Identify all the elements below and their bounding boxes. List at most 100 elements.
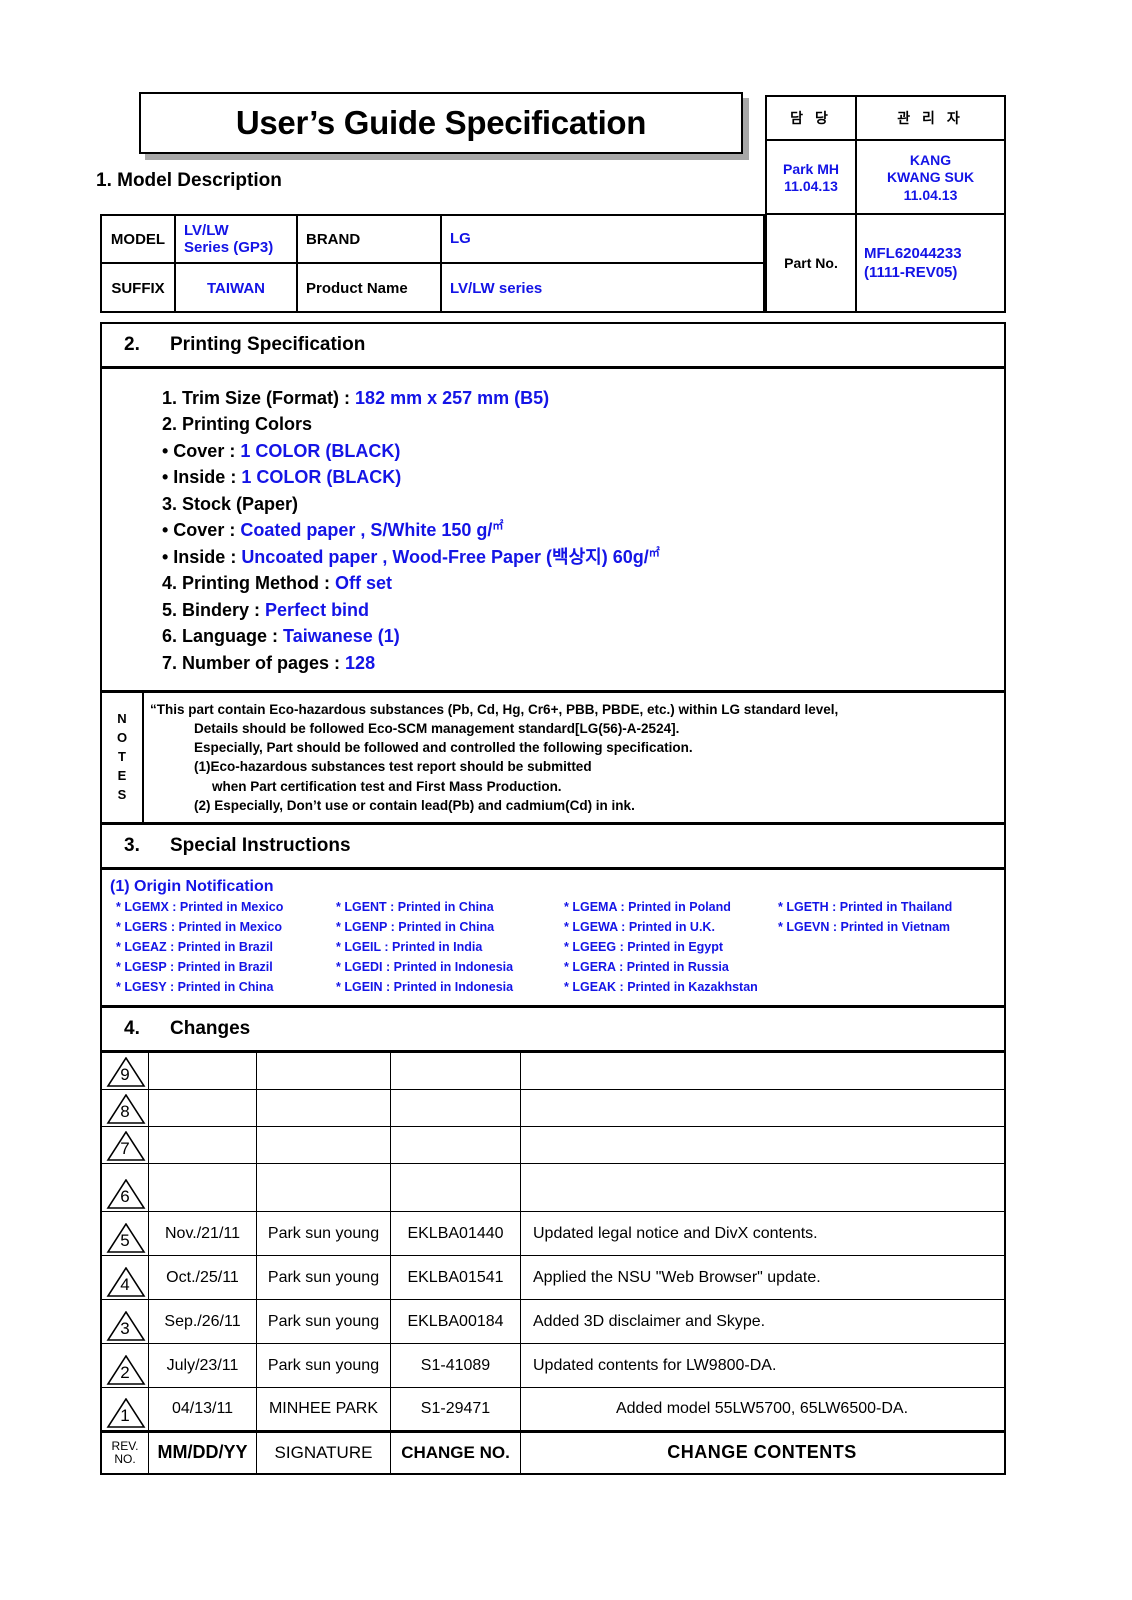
spec-item: • Cover : 1 COLOR (BLACK): [162, 438, 1004, 464]
page-title: User’s Guide Specification: [235, 104, 647, 141]
date-cell: [148, 1163, 257, 1212]
origin-cell: * LGEWA : Printed in U.K.: [564, 920, 715, 935]
revision-triangle-icon: 1: [102, 1388, 148, 1430]
date-cell: Oct./25/11: [148, 1255, 257, 1300]
notes-label-letter: E: [117, 767, 127, 783]
spec-item: 5. Bindery : Perfect bind: [162, 597, 1004, 623]
origin-cell: * LGEIN : Printed in Indonesia: [336, 979, 514, 994]
model-description-table: MODEL LV/LW Series (GP3) BRAND LG SUFFIX…: [100, 214, 765, 313]
contents-cell: [520, 1052, 1006, 1090]
origin-cell: * LGEMX : Printed in Mexico: [116, 900, 284, 915]
contents-cell: Added 3D disclaimer and Skype.: [520, 1299, 1006, 1344]
origin-cell: * LGERS : Printed in Mexico: [116, 920, 282, 935]
spec-item-label: • Cover :: [162, 520, 241, 541]
revision-triangle-icon: 7: [102, 1127, 148, 1163]
notes-label-letter: T: [118, 749, 126, 765]
revision-triangle-icon: 9: [102, 1053, 148, 1089]
notes-label: NOTES: [102, 692, 144, 822]
revision-marker: 5: [100, 1211, 149, 1256]
change_no-cell: EKLBA01541: [390, 1255, 521, 1300]
section2-title: Printing Specification: [170, 334, 366, 355]
spec-item-value: Perfect bind: [265, 599, 370, 620]
table-row: 4 Oct./25/11 Park sun young EKLBA01541 Appli…: [100, 1255, 1006, 1300]
document-title-box: User’s Guide Specification: [139, 92, 743, 154]
change_no-cell: [390, 1089, 521, 1127]
spec-item-value: 182 mm x 257 mm (B5): [355, 388, 550, 408]
signature-cell: Park sun young: [256, 1211, 391, 1256]
approval-col1-header: 담 당: [790, 110, 832, 126]
table-row: 5 Nov./21/11 Park sun young EKLBA01440 Updat…: [100, 1211, 1006, 1256]
spec-item: • Cover : Coated paper , S/White 150 g/㎡: [162, 517, 1004, 543]
approval-col2-name-line2: KWANG SUK: [886, 169, 975, 186]
suffix-value-cell: TAIWAN: [176, 264, 298, 313]
rev-no-label-line2: NO.: [114, 1451, 136, 1466]
section4-heading: 4. Changes: [102, 1008, 1004, 1050]
revision-triangle-icon: 3: [102, 1300, 148, 1343]
origin-row: * LGEMX : Printed in Mexico * LGENT : Pri…: [116, 898, 952, 918]
part-number-block: Part No. MFL62044233 (1111-REV05): [765, 215, 1006, 313]
section2-heading: 2. Printing Specification: [102, 324, 1004, 369]
spec-item-label: 3. Stock (Paper): [162, 493, 299, 514]
rev-no-label-line1: REV.: [111, 1438, 139, 1453]
origin-row: * LGESP : Printed in Brazil * LGEDI : Pri…: [116, 958, 952, 978]
notes-line: (1)Eco-hazardous substances test report …: [194, 759, 592, 775]
origin-cell: * LGEVN : Printed in Vietnam: [778, 920, 951, 935]
origin-cell: [778, 938, 952, 958]
change_no-cell: [390, 1126, 521, 1164]
approval-col2-name-line1: KANG: [909, 151, 952, 168]
notes-body: “This part contain Eco-hazardous substan…: [144, 693, 1004, 822]
notes-line: when Part certification test and First M…: [212, 778, 562, 794]
date-cell: Nov./21/11: [148, 1211, 257, 1256]
section4-number: 4.: [124, 1018, 140, 1040]
brand-label: BRAND: [298, 216, 442, 262]
model-label: MODEL: [102, 216, 176, 262]
notes-label-letter: N: [117, 711, 127, 727]
rev-no-header: REV. NO.: [100, 1430, 149, 1475]
part-revision-value: (1111-REV05): [864, 264, 958, 281]
revision-triangle-icon: 4: [102, 1256, 148, 1299]
revision-triangle-icon: 5: [102, 1212, 148, 1255]
spec-item: 6. Language : Taiwanese (1): [162, 623, 1004, 649]
changes-table: 9 8 7 6 5 Nov./21/11 Park sun young EKLBA01440 U…: [100, 1052, 1006, 1475]
revision-marker: 2: [100, 1343, 149, 1388]
origin-notification-title: (1) Origin Notification: [110, 877, 274, 895]
table-row: 7: [100, 1126, 1006, 1164]
spec-item: • Inside : 1 COLOR (BLACK): [162, 464, 1004, 490]
notes-line: “This part contain Eco-hazardous substan…: [150, 701, 839, 717]
revision-marker: 7: [100, 1126, 149, 1164]
notes-label-letter: O: [116, 730, 128, 746]
signature-cell: Park sun young: [256, 1255, 391, 1300]
signature-cell: MINHEE PARK: [256, 1387, 391, 1432]
change-no-header: CHANGE NO.: [390, 1430, 521, 1475]
date-cell: [148, 1052, 257, 1090]
spec-item: • Inside : Uncoated paper , Wood-Free Pa…: [162, 544, 1004, 570]
spec-item-label: • Inside :: [162, 467, 242, 488]
signature-cell: [256, 1089, 391, 1127]
changes-header-row: REV. NO. MM/DD/YY SIGNATURE CHANGE NO. CHANGE…: [100, 1430, 1006, 1475]
spec-item-label: 2. Printing Colors: [162, 414, 313, 435]
product-name-value-cell: LV/LW series: [442, 264, 763, 313]
origin-cell: * LGEIL : Printed in India: [336, 940, 483, 955]
spec-item-label: 7. Number of pages :: [162, 652, 346, 673]
spec-item-label: 1. Trim Size (Format) :: [162, 388, 356, 408]
section2-number: 2.: [124, 334, 140, 355]
revision-number: 7: [120, 1139, 130, 1158]
contents-cell: Updated legal notice and DivX contents.: [520, 1211, 1006, 1256]
section1-heading: 1. Model Description: [96, 170, 282, 191]
change_no-cell: S1-29471: [390, 1387, 521, 1432]
contents-cell: [520, 1089, 1006, 1127]
approval-col2-header-cell: 관 리 자: [857, 97, 1004, 139]
table-row: 9: [100, 1052, 1006, 1090]
origin-cell: * LGENT : Printed in China: [336, 900, 494, 915]
origin-cell: * LGEAZ : Printed in Brazil: [116, 940, 273, 955]
model-value-line1: LV/LW: [184, 221, 229, 239]
product-name-value: LV/LW series: [450, 279, 543, 297]
origin-cell: * LGEAK : Printed in Kazakhstan: [564, 979, 758, 994]
brand-value: LG: [450, 230, 471, 248]
printing-spec-list: 1. Trim Size (Format) : 182 mm x 257 mm …: [102, 369, 1004, 693]
notes-row: NOTES “This part contain Eco-hazardous s…: [102, 692, 1004, 825]
spec-item-label: 4. Printing Method :: [162, 573, 335, 594]
origin-notification-table: * LGEMX : Printed in Mexico * LGENT : Pri…: [116, 898, 952, 997]
spec-item-value: Taiwanese (1): [283, 626, 400, 647]
revision-number: 2: [120, 1363, 130, 1382]
